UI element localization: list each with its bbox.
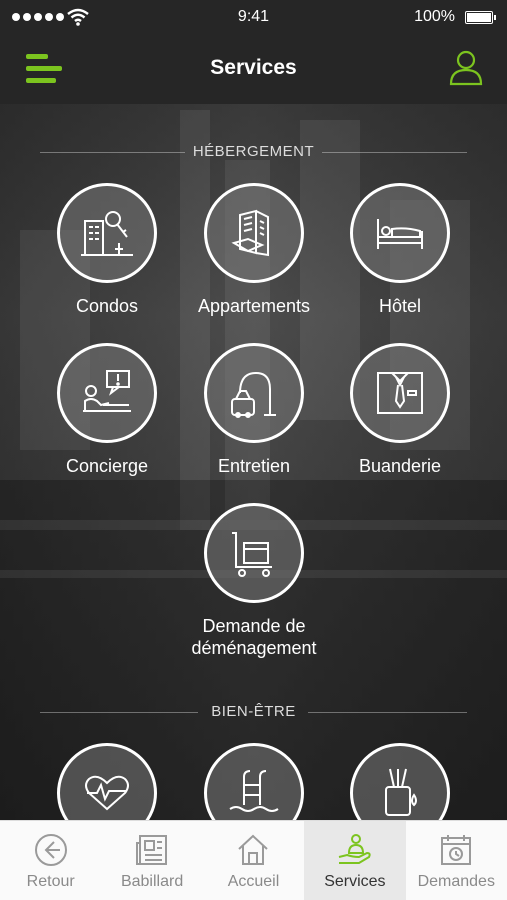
tab-label: Babillard	[120, 873, 184, 890]
newspaper-icon	[136, 835, 168, 865]
tab-retour[interactable]: Retour	[0, 821, 101, 900]
section-label: BIEN-ÊTRE	[211, 703, 296, 720]
moving-cart-icon	[204, 503, 304, 603]
condo-key-icon	[57, 183, 157, 283]
service-label: Appartements	[197, 296, 311, 316]
service-hotel[interactable]: Hôtel	[325, 183, 475, 317]
service-buanderie[interactable]: Buanderie	[325, 343, 475, 477]
service-label: Demande de déménagement	[191, 616, 317, 658]
section-header-hebergement: HÉBERGEMENT	[40, 143, 467, 163]
service-appartements[interactable]: Appartements	[179, 183, 329, 317]
tab-label: Services	[324, 873, 386, 890]
user-icon[interactable]	[449, 50, 483, 86]
vacuum-cleaner-icon	[204, 343, 304, 443]
tab-babillard[interactable]: Babillard	[101, 821, 202, 900]
tab-label: Accueil	[227, 873, 280, 890]
battery-percent: 100%	[414, 8, 455, 25]
service-concierge[interactable]: Concierge	[32, 343, 182, 477]
page-title: Services	[210, 56, 297, 79]
service-label: Entretien	[217, 456, 291, 476]
battery-icon	[465, 11, 496, 24]
calendar-clock-icon	[441, 835, 472, 865]
services-hand-icon	[338, 834, 371, 864]
tab-accueil[interactable]: Accueil	[203, 821, 304, 900]
service-label: Hôtel	[378, 296, 422, 316]
nav-bar: Services	[0, 34, 507, 104]
concierge-desk-icon	[57, 343, 157, 443]
section-label: HÉBERGEMENT	[192, 143, 315, 160]
service-label: Condos	[75, 296, 139, 316]
tab-bar: Retour Babillard Accueil Services Demand…	[0, 820, 507, 900]
section-header-bien-etre: BIEN-ÊTRE	[40, 703, 467, 723]
service-condos[interactable]: Condos	[32, 183, 182, 317]
apartment-building-icon	[204, 183, 304, 283]
tab-label: Demandes	[417, 873, 495, 890]
tab-demandes[interactable]: Demandes	[406, 821, 507, 900]
service-label: Buanderie	[358, 456, 442, 476]
tab-services[interactable]: Services	[304, 821, 406, 900]
service-demenagement[interactable]: Demande de déménagement	[179, 503, 329, 659]
service-entretien[interactable]: Entretien	[179, 343, 329, 477]
home-icon	[238, 834, 269, 865]
hotel-bed-icon	[350, 183, 450, 283]
status-bar: 9:41 100%	[0, 0, 507, 34]
service-label: Concierge	[65, 456, 149, 476]
laundry-shirt-icon	[350, 343, 450, 443]
tab-label: Retour	[26, 873, 75, 890]
back-arrow-icon	[34, 834, 67, 866]
